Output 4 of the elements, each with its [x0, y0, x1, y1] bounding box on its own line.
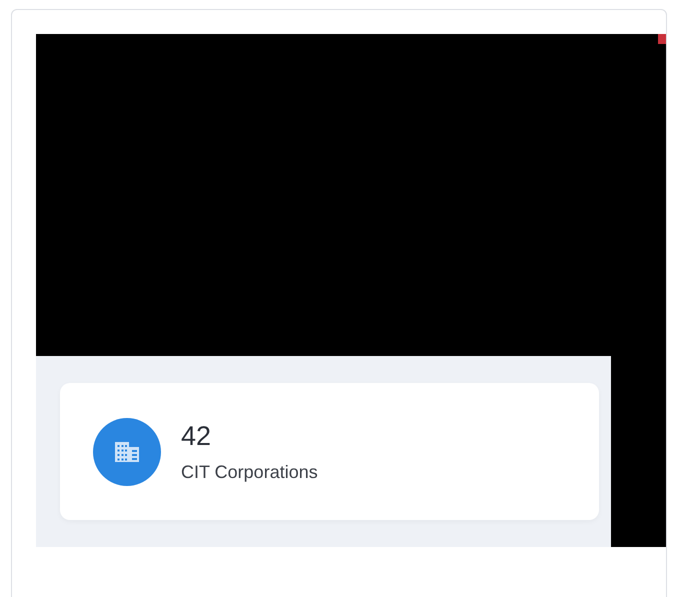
stat-value: 42: [181, 420, 212, 452]
corner-marker: [658, 34, 666, 44]
building-icon: [93, 418, 161, 486]
stat-label: CIT Corporations: [181, 462, 318, 482]
